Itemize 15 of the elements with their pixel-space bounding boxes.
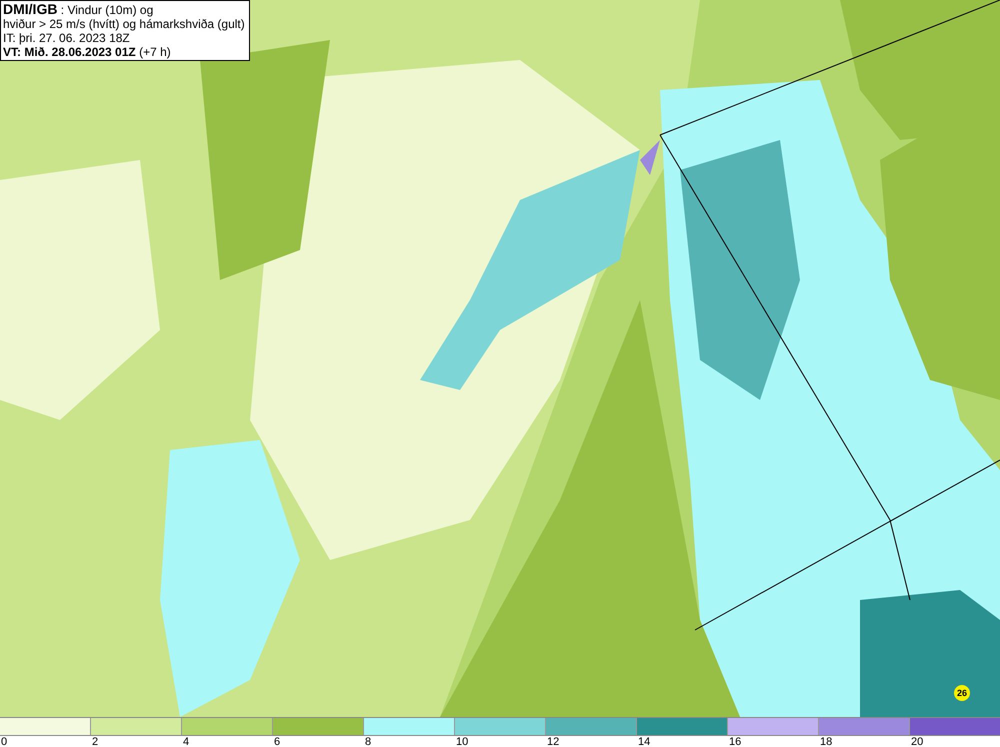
legend-label: 18 (820, 736, 832, 747)
title-line: DMI/IGB : Vindur (10m) og (3, 2, 154, 17)
legend-label: 20 (911, 736, 924, 747)
legend-label: 2 (92, 736, 98, 747)
legend-label: 14 (638, 736, 650, 747)
legend-label: 6 (274, 736, 280, 747)
legend-label: 4 (183, 736, 190, 747)
legend-label: 0 (1, 736, 8, 747)
legend-label: 10 (456, 736, 468, 747)
legend-label: 12 (547, 736, 560, 747)
legend-label: 8 (365, 736, 372, 747)
title-line: hviður > 25 m/s (hvítt) og hámarkshviða (gult) (3, 17, 245, 31)
title-line: IT: þri. 27. 06. 2023 18Z (3, 31, 131, 45)
legend-label: 16 (729, 736, 742, 747)
title-line: VT: Mið. 28.06.2023 01Z (+7 h) (3, 45, 172, 59)
